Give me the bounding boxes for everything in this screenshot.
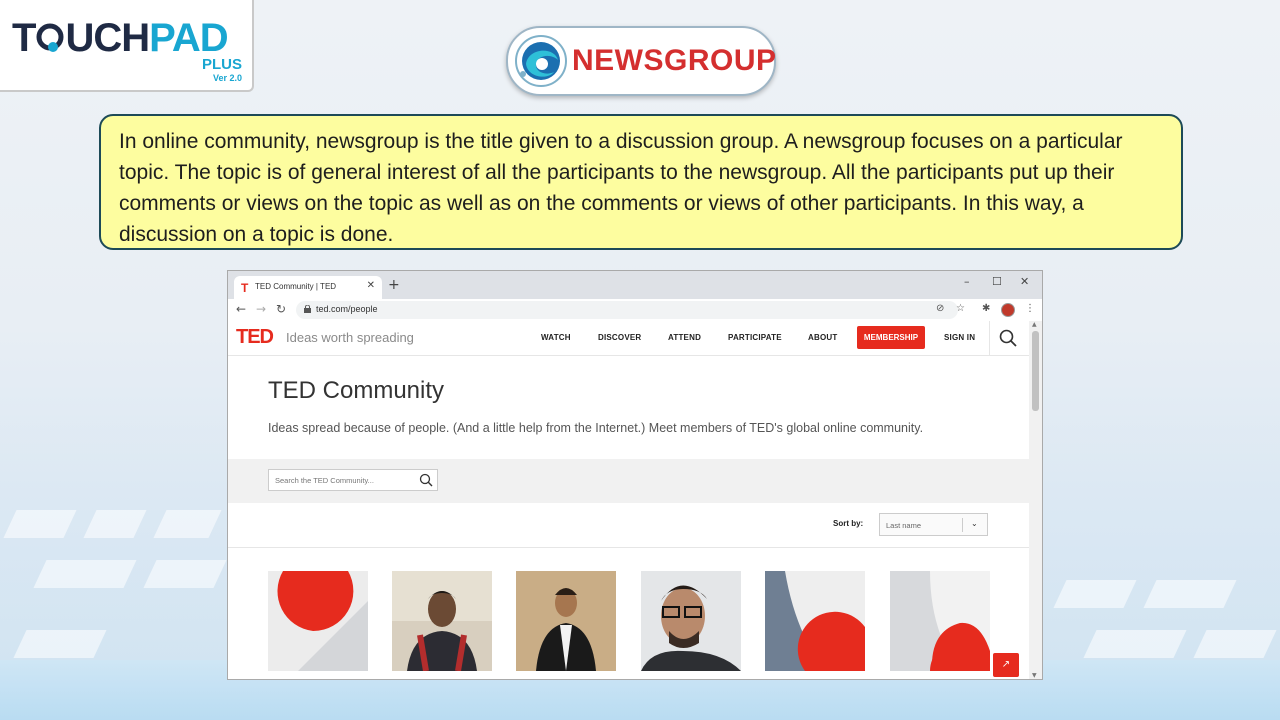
url-text: ted.com/people [316,304,378,314]
badge-title: NEWSGROUP [572,44,777,77]
sort-row: Sort by: Last name ⌄ [228,503,1029,548]
ted-placeholder-avatar-icon [765,571,865,671]
tab-title: TED Community | TED [255,282,337,291]
page-description: Ideas spread because of people. (And a l… [268,421,924,435]
nav-about[interactable]: ABOUT [808,333,837,342]
maximize-icon[interactable]: ☐ [992,275,1002,288]
ted-favicon-icon: T [241,281,249,295]
tab-bar: T TED Community | TED ✕ + – ☐ ✕ [228,271,1042,299]
search-placeholder: Search the TED Community... [275,476,374,485]
edge-browser-icon [515,35,567,87]
member-avatar-photo-2[interactable] [516,571,616,671]
community-search-input[interactable]: Search the TED Community... [268,469,438,491]
trending-button[interactable]: ↗ [993,653,1019,677]
sort-dropdown[interactable]: Last name ⌄ [879,513,988,536]
nav-attend[interactable]: ATTEND [668,333,701,342]
star-icon[interactable]: ☆ [956,303,965,314]
member-avatar-photo-1[interactable] [392,571,492,671]
logo-letter-t: T [12,16,36,60]
ted-logo[interactable]: TED [236,326,274,349]
search-band: Search the TED Community... [228,459,1029,503]
scroll-down-icon[interactable]: ▼ [1032,672,1037,679]
touchpad-logo: T UCHPAD PLUS Ver 2.0 [0,0,254,92]
forward-icon[interactable]: → [256,302,266,316]
reload-icon[interactable]: ↻ [276,302,286,316]
browser-window: T TED Community | TED ✕ + – ☐ ✕ ← → ↻ te… [227,270,1043,680]
back-icon[interactable]: ← [236,302,246,316]
logo-letters-pad: PAD [149,16,228,60]
search-icon[interactable] [999,329,1017,347]
nav-watch[interactable]: WATCH [541,333,571,342]
logo-version: Ver 2.0 [212,73,242,83]
magnifier-icon[interactable] [419,473,433,487]
profile-avatar[interactable] [1001,303,1015,317]
member-avatar-default-3[interactable] [890,571,990,671]
eye-off-icon[interactable]: ⊘ [936,303,944,314]
nav-participate[interactable]: PARTICIPATE [728,333,782,342]
sign-in-link[interactable]: SIGN IN [944,333,975,342]
ted-placeholder-avatar-icon [890,571,990,671]
logo-wordmark: T UCHPAD [12,14,229,62]
tab-close-icon[interactable]: ✕ [367,280,375,291]
extensions-icon[interactable]: ✱ [982,303,990,314]
url-field[interactable]: ted.com/people ⊘ ☆ [296,301,965,319]
chevron-down-icon: ⌄ [971,519,978,528]
member-avatar-photo-3[interactable] [641,571,741,671]
ted-placeholder-avatar-icon [268,571,368,671]
lock-icon [304,305,311,313]
definition-text: In online community, newsgroup is the ti… [119,130,1123,246]
person-photo-icon [516,571,616,671]
logo-letters-uch: UCH [65,16,150,60]
trending-icon: ↗ [1001,659,1011,670]
person-photo-icon [641,571,741,671]
scroll-thumb[interactable] [1032,331,1039,411]
ted-tagline: Ideas worth spreading [286,330,414,345]
newsgroup-badge: NEWSGROUP [506,26,776,96]
person-photo-icon [392,571,492,671]
scroll-up-icon[interactable]: ▲ [1032,321,1037,328]
more-icon[interactable]: ⋮ [1025,303,1035,314]
address-bar: ← → ↻ ted.com/people ⊘ ☆ ✱ ⋮ [228,299,1042,322]
nav-discover[interactable]: DISCOVER [598,333,641,342]
new-tab-icon[interactable]: + [388,277,400,293]
membership-button[interactable]: MEMBERSHIP [857,326,925,349]
touch-finger-icon [36,23,64,52]
member-avatar-default-1[interactable] [268,571,368,671]
page-title: TED Community [268,377,445,404]
minimize-icon[interactable]: – [964,275,970,288]
dropdown-separator [962,518,963,532]
logo-plus: PLUS [201,56,242,73]
definition-box: In online community, newsgroup is the ti… [99,114,1183,250]
sort-label: Sort by: [833,519,864,528]
header-divider [989,321,990,355]
ted-page: TED Ideas worth spreading WATCH DISCOVER… [228,321,1029,679]
close-window-icon[interactable]: ✕ [1020,275,1029,288]
tab-ted-community[interactable]: T TED Community | TED ✕ [234,276,382,299]
ted-header: TED Ideas worth spreading WATCH DISCOVER… [228,321,1029,356]
page-scrollbar[interactable]: ▲ ▼ [1029,321,1042,679]
member-avatar-default-2[interactable] [765,571,865,671]
sort-value: Last name [886,521,922,530]
